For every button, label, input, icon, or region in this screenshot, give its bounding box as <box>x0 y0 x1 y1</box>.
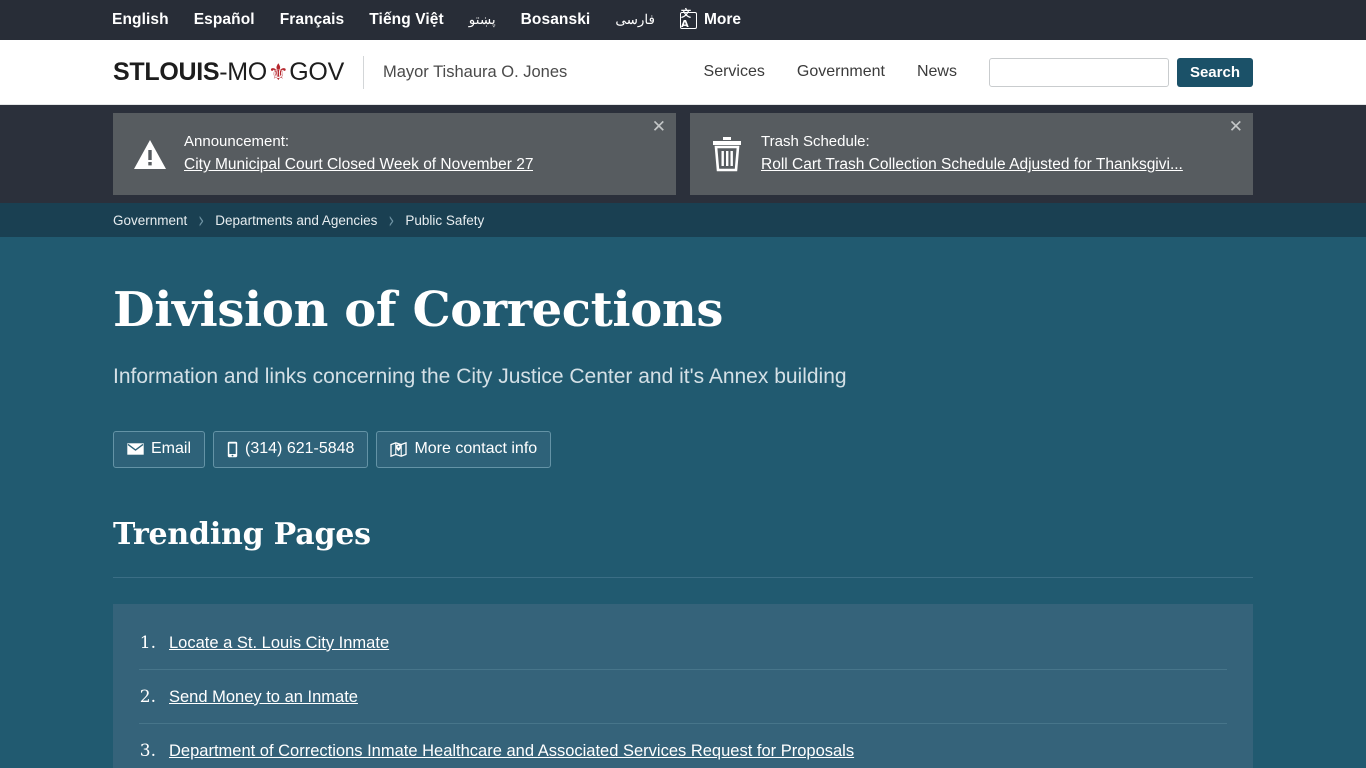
search-button[interactable]: Search <box>1176 57 1253 87</box>
list-item[interactable]: 1. Locate a St. Louis City Inmate <box>139 616 1227 670</box>
alert-card-announcement: Announcement: City Municipal Court Close… <box>113 113 676 195</box>
alert-link[interactable]: Roll Cart Trash Collection Schedule Adju… <box>761 153 1183 178</box>
trending-pages-heading: Trending Pages <box>113 516 371 552</box>
hero-section: Division of Corrections Information and … <box>0 237 1366 468</box>
language-more-label: More <box>704 11 742 28</box>
fleur-de-lis-icon: ⚜ <box>267 58 289 85</box>
alert-link[interactable]: City Municipal Court Closed Week of Nove… <box>184 153 533 178</box>
mobile-phone-icon <box>227 441 238 458</box>
translate-icon: 文A <box>680 10 697 30</box>
nav-link-government[interactable]: Government <box>797 63 885 81</box>
site-header: STLOUIS -MO ⚜ GOV Mayor Tishaura O. Jone… <box>0 40 1366 105</box>
breadcrumb: Government › Departments and Agencies › … <box>0 203 1366 237</box>
list-item-number: 2. <box>139 686 156 707</box>
site-logo[interactable]: STLOUIS -MO ⚜ GOV <box>113 58 344 87</box>
list-item[interactable]: 3. Department of Corrections Inmate Heal… <box>139 724 1227 768</box>
warning-triangle-icon <box>130 139 170 170</box>
page-title: Division of Corrections <box>113 282 723 338</box>
logo-text-gov: GOV <box>289 57 344 86</box>
email-button-label: Email <box>151 440 192 458</box>
email-button[interactable]: Email <box>113 430 206 468</box>
trending-link[interactable]: Send Money to an Inmate <box>169 688 358 707</box>
alert-body-trash-schedule: Trash Schedule: Roll Cart Trash Collecti… <box>761 130 1183 178</box>
language-link-english[interactable]: English <box>112 11 169 29</box>
section-divider <box>113 576 1253 578</box>
breadcrumb-item-public-safety[interactable]: Public Safety <box>405 213 484 228</box>
language-link-francais[interactable]: Français <box>280 11 345 29</box>
contact-buttons: Email (314) 621-5848 More contact info <box>113 430 1253 468</box>
chevron-right-icon: › <box>198 206 205 234</box>
phone-button[interactable]: (314) 621-5848 <box>213 430 369 468</box>
close-icon[interactable]: ✕ <box>1229 119 1243 136</box>
language-link-tieng-viet[interactable]: Tiếng Việt <box>369 11 444 29</box>
phone-button-label: (314) 621-5848 <box>245 440 355 458</box>
list-item[interactable]: 2. Send Money to an Inmate <box>139 670 1227 724</box>
alert-strip: Announcement: City Municipal Court Close… <box>0 105 1366 203</box>
close-icon[interactable]: ✕ <box>652 119 666 136</box>
header-divider <box>362 55 364 89</box>
alert-body-announcement: Announcement: City Municipal Court Close… <box>184 130 533 178</box>
language-link-pashto[interactable]: پښتو <box>469 12 496 28</box>
page-subtitle: Information and links concerning the Cit… <box>113 365 847 389</box>
more-contact-info-label: More contact info <box>414 440 538 458</box>
search-input[interactable] <box>988 57 1169 87</box>
nav-link-services[interactable]: Services <box>704 63 765 81</box>
map-location-icon <box>390 441 408 458</box>
list-item-number: 3. <box>139 740 156 761</box>
header-right-group: Services Government News Search <box>704 57 1253 87</box>
chevron-right-icon: › <box>388 206 395 234</box>
language-bar: English Español Français Tiếng Việt پښتو… <box>0 0 1366 40</box>
mayor-name: Mayor Tishaura O. Jones <box>382 62 568 81</box>
alert-label: Trash Schedule: <box>761 132 870 150</box>
breadcrumb-item-government[interactable]: Government <box>113 213 187 228</box>
alert-card-trash-schedule: Trash Schedule: Roll Cart Trash Collecti… <box>690 113 1253 195</box>
trash-can-icon <box>707 136 747 172</box>
logo-text-stlouis: STLOUIS <box>113 57 220 86</box>
logo-text-mo: -MO <box>219 57 267 86</box>
breadcrumb-item-departments-and-agencies[interactable]: Departments and Agencies <box>215 213 377 228</box>
language-more-button[interactable]: 文A More <box>680 10 742 30</box>
list-item-number: 1. <box>139 632 156 653</box>
language-link-farsi[interactable]: فارسی <box>615 12 655 28</box>
trending-link[interactable]: Department of Corrections Inmate Healthc… <box>169 742 854 761</box>
more-contact-info-button[interactable]: More contact info <box>376 430 552 468</box>
trending-pages-card: 1. Locate a St. Louis City Inmate 2. Sen… <box>113 603 1253 768</box>
envelope-icon <box>127 443 144 455</box>
nav-link-news[interactable]: News <box>917 63 957 81</box>
language-link-espanol[interactable]: Español <box>194 11 255 29</box>
trending-pages-section: Trending Pages 1. Locate a St. Louis Cit… <box>0 468 1366 768</box>
alert-label: Announcement: <box>184 132 290 150</box>
trending-link[interactable]: Locate a St. Louis City Inmate <box>169 634 389 653</box>
language-link-bosanski[interactable]: Bosanski <box>521 11 591 29</box>
